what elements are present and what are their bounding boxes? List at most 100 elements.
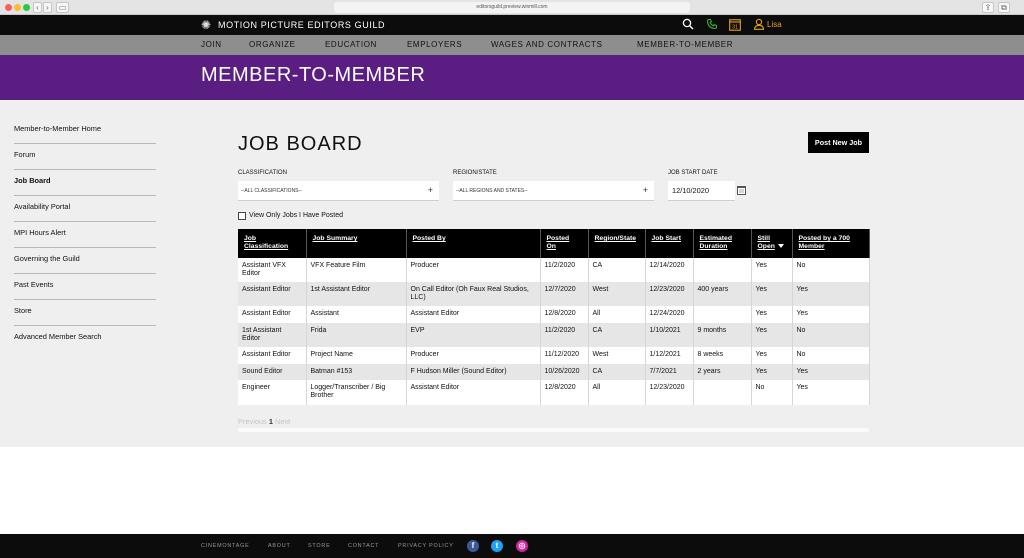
address-bar[interactable]: editorsguild.preview.winmill.com [334, 2, 690, 13]
classification-select[interactable]: --ALL CLASSIFICATIONS-- + [238, 181, 439, 201]
cell-posted-by-700-member: Yes [792, 364, 870, 380]
cell-job-classification: Sound Editor [238, 364, 307, 380]
column-header-job-classification[interactable]: Job Classification [238, 229, 307, 258]
cell-still-open: No [751, 380, 793, 405]
sidebar-item-store[interactable]: Store [14, 300, 156, 326]
zoom-window-button[interactable] [23, 4, 30, 11]
table-row[interactable]: Sound Editor Batman #153 F Hudson Miller… [238, 364, 870, 380]
cell-posted-on: 11/2/2020 [540, 323, 589, 347]
tabs-button[interactable]: ⧉ [998, 2, 1010, 13]
sidebar-item-governing-the-guild[interactable]: Governing the Guild [14, 248, 156, 274]
nav-item-organize[interactable]: ORGANIZE [249, 40, 296, 50]
column-header-still-open[interactable]: Still Open [751, 229, 793, 258]
nav-item-employers[interactable]: EMPLOYERS [407, 40, 462, 50]
cell-region-state: All [588, 306, 646, 323]
sidebar-item-advanced-member-search[interactable]: Advanced Member Search [14, 326, 156, 352]
cell-posted-by-700-member: No [792, 258, 870, 282]
cell-job-classification: Assistant Editor [238, 306, 307, 323]
column-header-region-state[interactable]: Region/State [588, 229, 646, 258]
region-select[interactable]: --ALL REGIONS AND STATES-- + [453, 181, 654, 201]
column-header-estimated-duration[interactable]: Estimated Duration [693, 229, 752, 258]
table-row[interactable]: Assistant VFX Editor VFX Feature Film Pr… [238, 258, 870, 282]
guild-logo-icon[interactable]: ✺ [201, 19, 213, 31]
site-header: ✺ MOTION PICTURE EDITORS GUILD 31 Lisa [0, 15, 1024, 35]
user-icon[interactable] [753, 18, 765, 32]
pager-next[interactable]: Next [275, 417, 290, 426]
site-name[interactable]: MOTION PICTURE EDITORS GUILD [218, 19, 385, 31]
calendar-picker-icon[interactable] [737, 186, 746, 195]
main-nav: JOIN ORGANIZE EDUCATION EMPLOYERS WAGES … [0, 35, 1024, 55]
cell-region-state: CA [588, 258, 646, 282]
sidebar-item-availability-portal[interactable]: Availability Portal [14, 196, 156, 222]
cell-posted-on: 11/12/2020 [540, 347, 589, 364]
post-new-job-button[interactable]: Post New Job [808, 132, 869, 153]
sidebar-item-member-to-member-home[interactable]: Member-to-Member Home [14, 118, 156, 144]
footer-link-cinemontage[interactable]: CINEMONTAGE [201, 543, 250, 549]
pager-current-page[interactable]: 1 [269, 417, 273, 426]
browser-toolbar: ‹ › ▭ editorsguild.preview.winmill.com ⇪… [0, 0, 1024, 15]
pager-previous[interactable]: Previous [238, 417, 267, 426]
facebook-icon[interactable]: f [467, 540, 479, 552]
calendar-number: 31 [732, 25, 738, 31]
cell-estimated-duration: 9 months [693, 323, 752, 347]
cell-still-open: Yes [751, 258, 793, 282]
forward-button[interactable]: › [43, 2, 52, 13]
cell-job-start: 12/24/2020 [645, 306, 694, 323]
cell-posted-by: Assistant Editor [406, 306, 541, 323]
calendar-icon[interactable]: 31 [729, 18, 741, 32]
column-header-posted-on[interactable]: Posted On [540, 229, 589, 258]
footer-link-about[interactable]: ABOUT [268, 543, 291, 549]
phone-icon[interactable] [706, 18, 718, 32]
share-button[interactable]: ⇪ [982, 2, 994, 13]
cell-region-state: West [588, 347, 646, 364]
cell-posted-by: F Hudson Miller (Sound Editor) [406, 364, 541, 380]
table-row[interactable]: Assistant Editor 1st Assistant Editor On… [238, 282, 870, 306]
cell-region-state: CA [588, 323, 646, 347]
table-row[interactable]: 1st Assistant Editor Frida EVP 11/2/2020… [238, 323, 870, 347]
cell-job-classification: 1st Assistant Editor [238, 323, 307, 347]
column-header-job-start[interactable]: Job Start [645, 229, 694, 258]
sidebar-item-past-events[interactable]: Past Events [14, 274, 156, 300]
footer-link-privacy-policy[interactable]: PRIVACY POLICY [398, 543, 454, 549]
cell-estimated-duration [693, 380, 752, 405]
user-name-link[interactable]: Lisa [767, 19, 782, 31]
nav-item-wages-and-contracts[interactable]: WAGES AND CONTRACTS [491, 40, 603, 50]
sidebar-item-mpi-hours-alert[interactable]: MPI Hours Alert [14, 222, 156, 248]
only-my-jobs-checkbox[interactable] [238, 212, 246, 220]
cell-job-classification: Assistant Editor [238, 282, 307, 306]
column-header-posted-by-700-member[interactable]: Posted by a 700 Member [792, 229, 870, 258]
cell-job-summary: 1st Assistant Editor [306, 282, 407, 306]
job-start-date-input[interactable]: 12/10/2020 [668, 181, 735, 201]
sidebar-toggle-button[interactable]: ▭ [56, 2, 69, 13]
close-window-button[interactable] [5, 4, 12, 11]
cell-job-start: 1/12/2021 [645, 347, 694, 364]
region-label: REGION/STATE [453, 170, 497, 176]
cell-job-start: 1/10/2021 [645, 323, 694, 347]
cell-estimated-duration: 400 years [693, 282, 752, 306]
only-my-jobs-label[interactable]: View Only Jobs I Have Posted [249, 212, 343, 220]
nav-item-education[interactable]: EDUCATION [325, 40, 377, 50]
sidebar-item-job-board[interactable]: Job Board [14, 170, 156, 196]
twitter-icon[interactable]: t [491, 540, 503, 552]
cell-still-open: Yes [751, 323, 793, 347]
table-row[interactable]: Assistant Editor Project Name Producer 1… [238, 347, 870, 364]
minimize-window-button[interactable] [14, 4, 21, 11]
footer-link-contact[interactable]: CONTACT [348, 543, 379, 549]
table-row[interactable]: Assistant Editor Assistant Assistant Edi… [238, 306, 870, 323]
nav-item-join[interactable]: JOIN [201, 40, 222, 50]
column-header-job-summary[interactable]: Job Summary [306, 229, 407, 258]
cell-posted-by: Assistant Editor [406, 380, 541, 405]
section-banner: MEMBER-TO-MEMBER [0, 55, 1024, 100]
nav-item-member-to-member[interactable]: MEMBER-TO-MEMBER [637, 40, 733, 50]
column-header-posted-by[interactable]: Posted By [406, 229, 541, 258]
search-icon[interactable] [682, 18, 694, 32]
footer-link-store[interactable]: STORE [308, 543, 330, 549]
instagram-icon[interactable]: ◎ [516, 540, 528, 552]
cell-posted-by: EVP [406, 323, 541, 347]
cell-job-summary: Assistant [306, 306, 407, 323]
sidebar-item-forum[interactable]: Forum [14, 144, 156, 170]
table-row[interactable]: Engineer Logger/Transcriber / Big Brothe… [238, 380, 870, 405]
cell-posted-on: 10/26/2020 [540, 364, 589, 380]
back-button[interactable]: ‹ [33, 2, 42, 13]
cell-region-state: West [588, 282, 646, 306]
